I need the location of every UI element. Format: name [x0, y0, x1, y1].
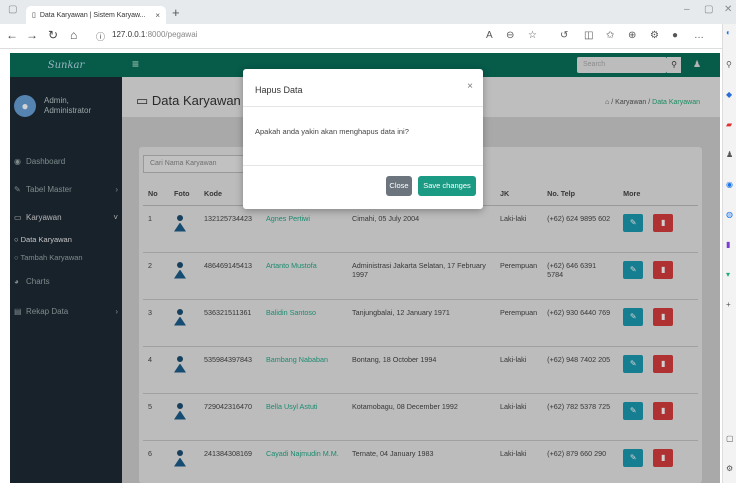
url-path: :8000/pegawai — [145, 30, 198, 39]
split-screen-icon[interactable]: ◫ — [584, 30, 593, 41]
home-icon[interactable]: ⌂ — [70, 28, 77, 42]
office-icon[interactable]: ◉ — [726, 180, 733, 189]
shopping-icon[interactable]: ◆ — [726, 90, 732, 99]
new-tab-icon[interactable]: + — [172, 5, 180, 20]
extensions-icon[interactable]: ⚙ — [650, 30, 659, 41]
bing-icon[interactable]: ◐ — [726, 28, 731, 37]
url-host: 127.0.0.1 — [112, 30, 146, 39]
read-aloud-icon[interactable]: A — [486, 30, 493, 41]
close-window-icon[interactable]: ✕ — [724, 4, 732, 15]
browser-tab[interactable]: ▯ Data Karyawan | Sistem Karyaw... × — [26, 6, 166, 24]
modal-header: Hapus Data × — [243, 69, 483, 107]
edge-sidebar: ◐ ⚲ ◆ ▰ ♟ ◉ ◍ ▮ ▾ + ▢ ⚙ — [722, 24, 736, 483]
outlook-icon[interactable]: ◍ — [726, 210, 733, 219]
tab-title: Data Karyawan | Sistem Karyaw... — [39, 11, 146, 19]
collections-icon[interactable]: ⊕ — [628, 30, 636, 41]
save-changes-button[interactable]: Save changes — [418, 176, 476, 196]
tools-icon[interactable]: ▰ — [726, 120, 732, 129]
window-menu-icon[interactable]: ▢ — [8, 4, 17, 15]
modal-message: Apakah anda yakin akan menghapus data in… — [255, 127, 409, 136]
delete-modal: Hapus Data × Apakah anda yakin akan meng… — [243, 69, 483, 209]
close-button[interactable]: Close — [386, 176, 412, 196]
maximize-icon[interactable]: ▢ — [704, 4, 713, 15]
tab-close-icon[interactable]: × — [155, 11, 160, 20]
settings-icon[interactable]: ⚙ — [726, 464, 733, 473]
modal-footer: Close Save changes — [243, 165, 483, 209]
minimize-icon[interactable]: – — [684, 4, 690, 15]
app-window: Sunkar ≡ Search ⚲ ♟ ● Admin, Administrat… — [10, 53, 720, 483]
modal-close-icon[interactable]: × — [467, 81, 473, 92]
games-icon[interactable]: ▮ — [726, 240, 730, 249]
add-icon[interactable]: + — [726, 300, 731, 309]
favorites-icon[interactable]: ✩ — [606, 30, 614, 41]
url-field[interactable]: 127.0.0.1:8000/pegawai — [112, 30, 197, 39]
zoom-icon[interactable]: ⊖ — [506, 30, 514, 41]
page-icon: ▯ — [32, 12, 36, 19]
modal-title: Hapus Data — [255, 85, 303, 95]
site-info-icon[interactable]: ⓘ — [96, 30, 105, 43]
forward-icon[interactable]: → — [26, 28, 38, 42]
search-icon[interactable]: ⚲ — [726, 60, 732, 69]
back-icon[interactable]: ← — [6, 28, 18, 42]
favorite-icon[interactable]: ☆ — [528, 30, 537, 41]
reload-icon[interactable]: ↻ — [48, 28, 58, 42]
more-icon[interactable]: … — [694, 30, 704, 41]
sidebar-toggle-icon[interactable]: ▢ — [726, 434, 734, 443]
address-bar-row: ← → ↻ ⌂ ⓘ 127.0.0.1:8000/pegawai A ⊖ ☆ ↺… — [0, 24, 736, 49]
refresh-extension-icon[interactable]: ↺ — [560, 30, 568, 41]
browser-tab-strip: ▢ ▯ Data Karyawan | Sistem Karyaw... × +… — [0, 0, 736, 24]
apps-icon[interactable]: ▾ — [726, 270, 730, 279]
people-icon[interactable]: ♟ — [726, 150, 733, 159]
profile-icon[interactable]: ● — [672, 30, 678, 41]
